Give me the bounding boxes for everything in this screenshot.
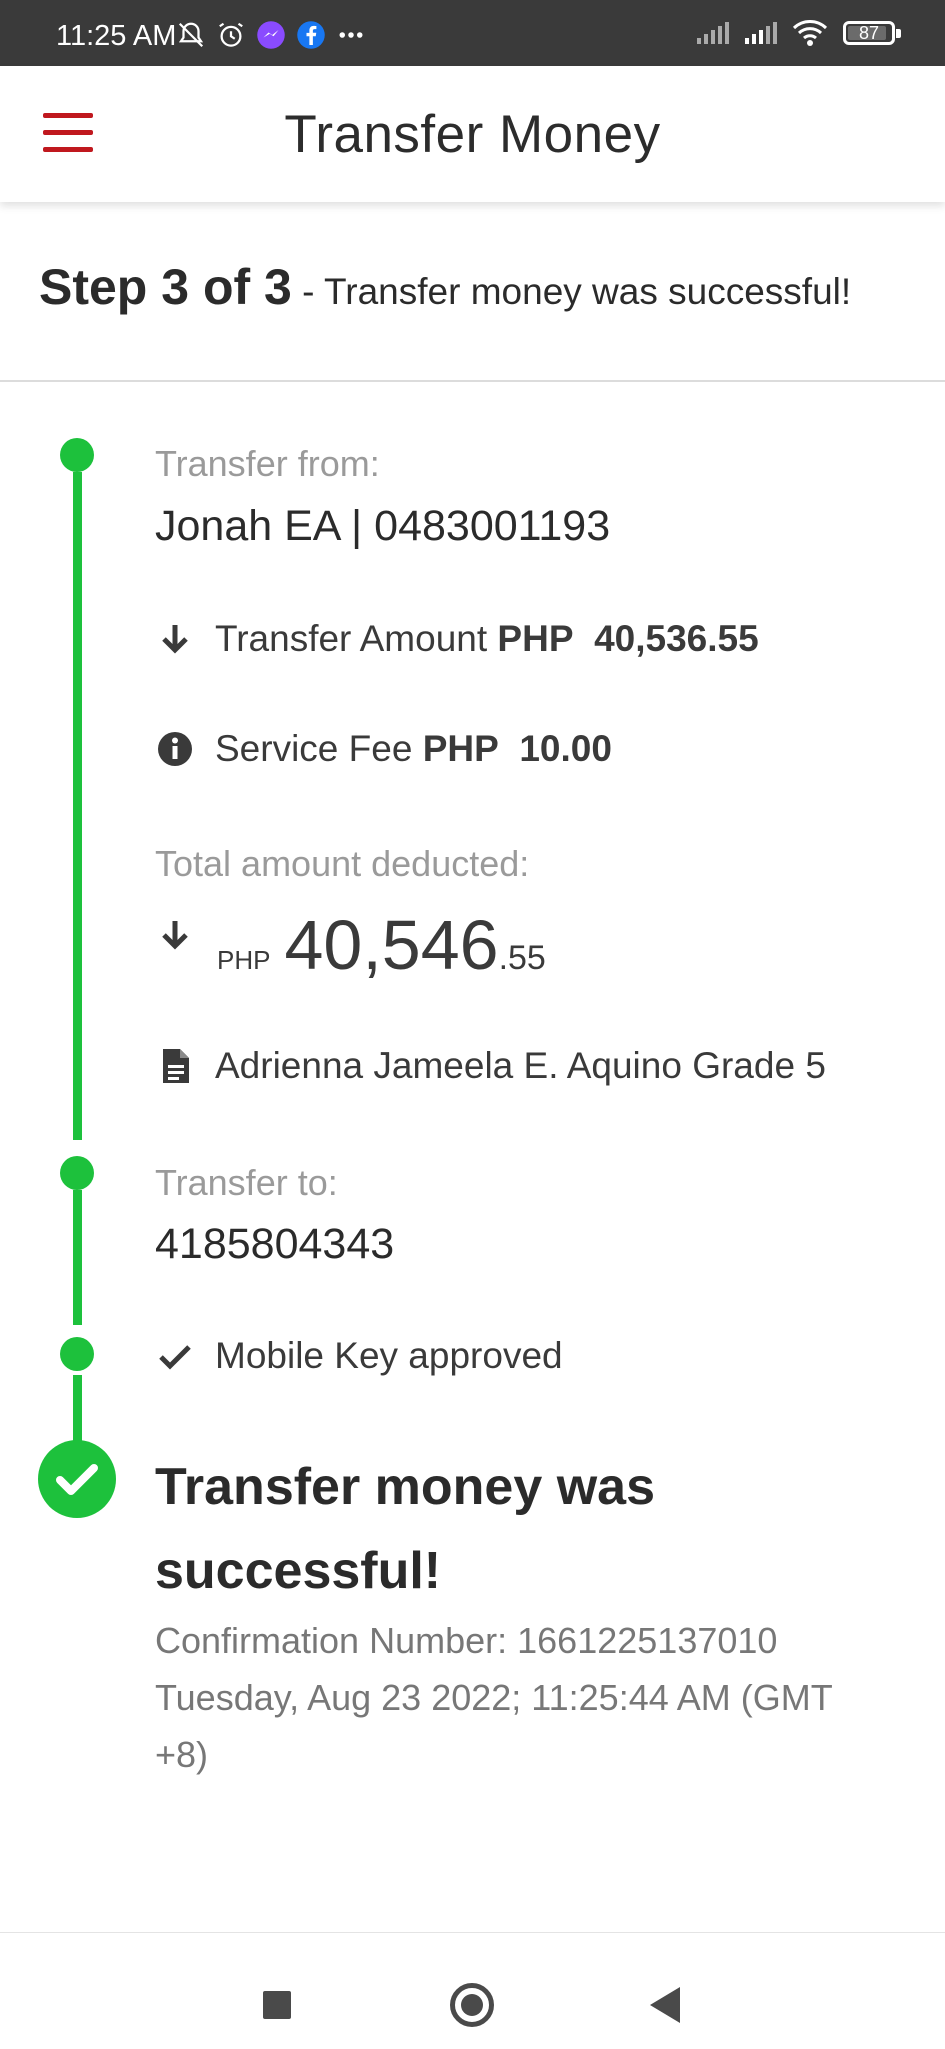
battery-level: 87 xyxy=(858,23,880,43)
success-check-icon xyxy=(38,1440,116,1518)
alarm-icon xyxy=(219,22,243,47)
service-fee-row: Service Fee PHP 10.00 xyxy=(155,728,612,770)
info-icon xyxy=(158,732,192,766)
facebook-icon xyxy=(297,21,325,49)
signal-icon xyxy=(745,22,777,44)
transfer-amount-row: Transfer Amount PHP 40,536.55 xyxy=(155,618,759,660)
timeline-dot xyxy=(60,438,94,472)
transfer-from-value: Jonah EA | 0483001193 xyxy=(155,502,611,550)
wifi-icon xyxy=(792,20,828,46)
total-label: Total amount deducted: xyxy=(155,843,530,884)
service-fee-value: 10.00 xyxy=(519,728,612,769)
document-icon xyxy=(163,1049,189,1083)
total-amount-cents: .55 xyxy=(498,939,546,977)
transfer-amount-label: Transfer Amount xyxy=(215,618,488,659)
confirmation-block: Confirmation Number: 1661225137010 Tuesd… xyxy=(155,1612,885,1783)
transaction-timestamp: Tuesday, Aug 23 2022; 11:25:44 AM (GMT +… xyxy=(155,1677,833,1775)
timeline-dot xyxy=(60,1156,94,1190)
notification-icons xyxy=(176,20,366,50)
total-amount-main: 40,546 xyxy=(284,906,499,984)
step-indicator: Step 3 of 3 - Transfer money was success… xyxy=(39,258,851,316)
battery-icon: 87 xyxy=(843,21,901,45)
note-row: Adrienna Jameela E. Aquino Grade 5 xyxy=(155,1045,826,1087)
service-fee-currency: PHP xyxy=(422,728,499,769)
transfer-amount-value: 40,536.55 xyxy=(594,618,759,659)
note-text: Adrienna Jameela E. Aquino Grade 5 xyxy=(215,1045,826,1086)
total-amount: PHP 40,546.55 xyxy=(155,905,546,985)
step-message: - Transfer money was successful! xyxy=(291,271,852,312)
app-bar: Transfer Money xyxy=(0,66,945,202)
status-time: 11:25 AM xyxy=(56,20,177,52)
page-title: Transfer Money xyxy=(284,105,661,164)
confirmation-label: Confirmation Number: xyxy=(155,1620,508,1661)
more-icon xyxy=(339,32,363,38)
navigation-bar xyxy=(0,1932,945,2049)
divider xyxy=(0,380,945,382)
messenger-icon xyxy=(257,21,285,49)
transfer-amount-currency: PHP xyxy=(497,618,574,659)
transfer-to-label: Transfer to: xyxy=(155,1162,338,1203)
transfer-from-label: Transfer from: xyxy=(155,443,380,484)
check-icon xyxy=(159,1345,191,1370)
timeline-dot xyxy=(60,1337,94,1371)
total-currency: PHP xyxy=(217,945,271,975)
confirmation-number: 1661225137010 xyxy=(517,1620,778,1661)
recents-icon[interactable] xyxy=(263,1991,291,2019)
arrow-down-icon xyxy=(162,625,188,654)
timeline-line xyxy=(73,472,82,1140)
home-icon[interactable] xyxy=(450,1983,494,2027)
arrow-down-icon xyxy=(162,921,188,950)
timeline-line xyxy=(73,1375,82,1445)
bell-off-icon xyxy=(178,22,204,48)
transfer-to-value: 4185804343 xyxy=(155,1220,395,1268)
system-icons: 87 xyxy=(695,18,901,48)
confirmation-line: Confirmation Number: 1661225137010 xyxy=(155,1612,885,1669)
approval-row: Mobile Key approved xyxy=(155,1335,563,1377)
approval-text: Mobile Key approved xyxy=(215,1335,563,1376)
timeline-line xyxy=(73,1190,82,1325)
back-icon[interactable] xyxy=(650,1987,680,2023)
service-fee-label: Service Fee xyxy=(215,728,413,769)
status-bar: 11:25 AM 87 xyxy=(0,0,945,66)
step-label: Step 3 of 3 xyxy=(39,259,292,315)
signal-icon xyxy=(697,22,729,44)
success-title: Transfer money was successful! xyxy=(155,1458,655,1600)
